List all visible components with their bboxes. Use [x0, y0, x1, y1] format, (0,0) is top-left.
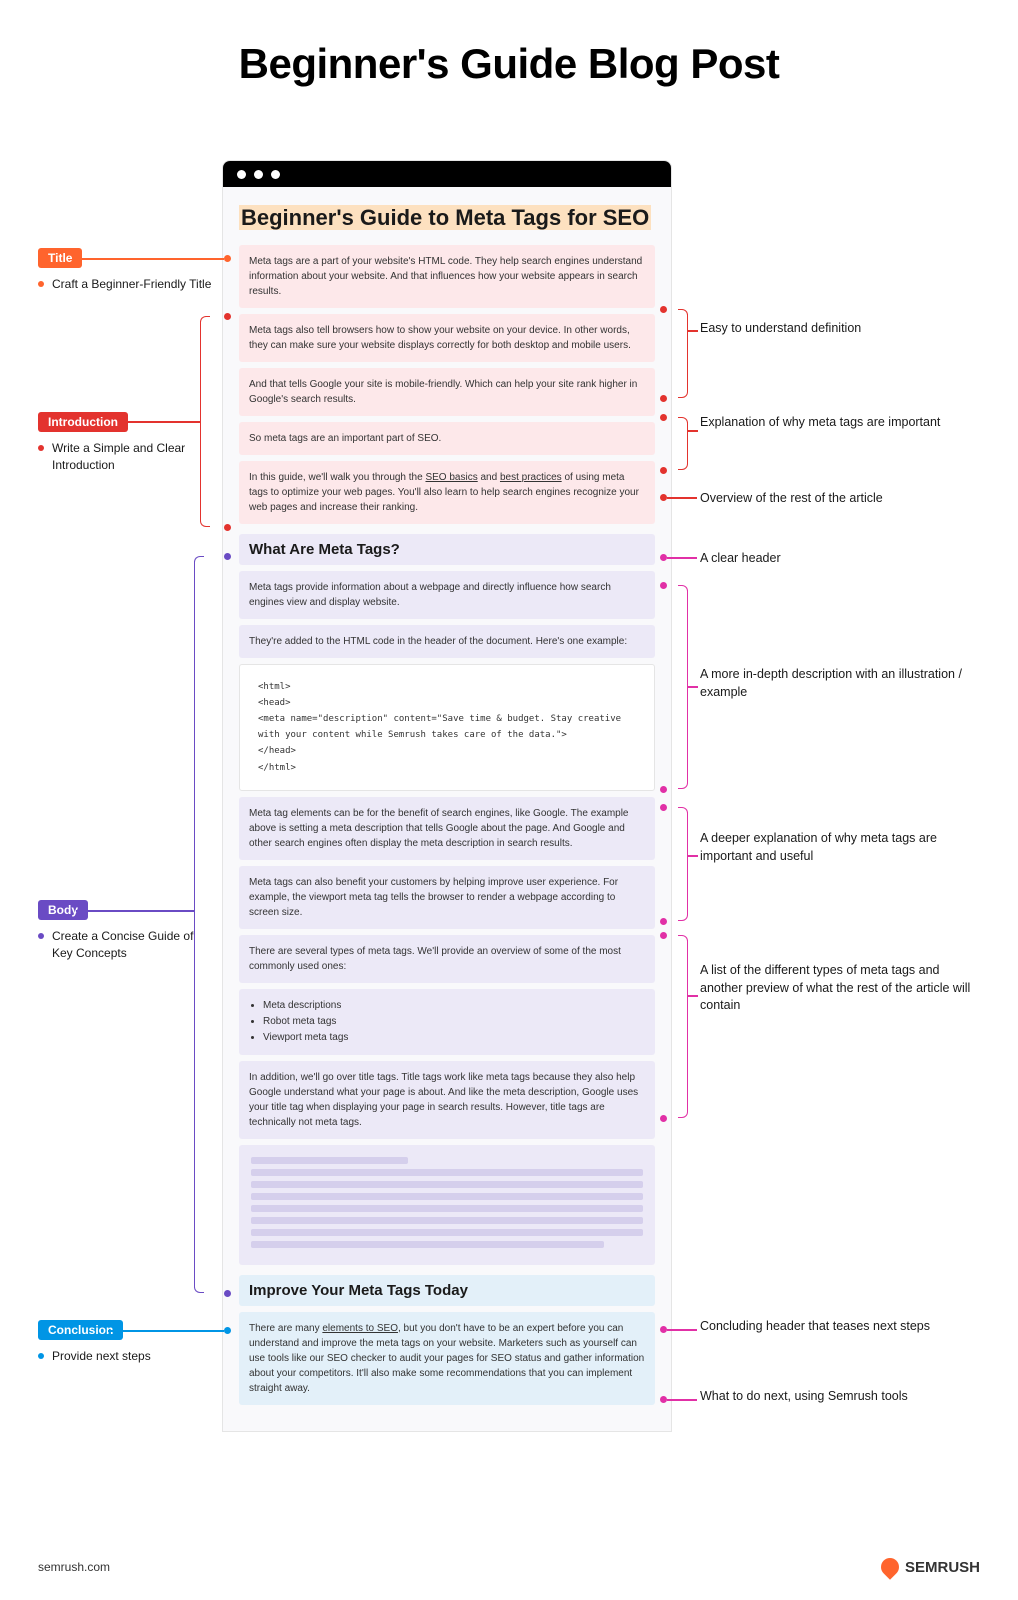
annotation-explanation: Explanation of why meta tags are importa… [700, 414, 980, 432]
body-para-1: Meta tags provide information about a we… [239, 571, 655, 619]
annotation-example: A more in-depth description with an illu… [700, 666, 980, 701]
annotation-header: A clear header [700, 550, 980, 568]
list-item: Viewport meta tags [263, 1030, 643, 1046]
conclusion-para: There are many elements to SEO, but you … [239, 1312, 655, 1405]
annotation-conc-header: Concluding header that teases next steps [700, 1318, 980, 1336]
body-para-3: Meta tag elements can be for the benefit… [239, 797, 655, 860]
footer-logo: SEMRUSH [881, 1558, 980, 1576]
body-list: Meta descriptions Robot meta tags Viewpo… [239, 989, 655, 1055]
intro-tag: Introduction [38, 412, 128, 432]
page-title: Beginner's Guide Blog Post [0, 0, 1018, 118]
annotation-list: A list of the different types of meta ta… [700, 962, 980, 1015]
flame-icon [877, 1554, 902, 1579]
intro-para-4: So meta tags are an important part of SE… [239, 422, 655, 455]
conclusion-header: Improve Your Meta Tags Today [239, 1275, 655, 1306]
left-conc-section: Conclusion Provide next steps [38, 1320, 213, 1365]
body-bullet: Create a Concise Guide of Key Concepts [38, 928, 213, 962]
body-header: What Are Meta Tags? [239, 534, 655, 565]
browser-header [223, 161, 671, 187]
body-para-6: In addition, we'll go over title tags. T… [239, 1061, 655, 1139]
conc-bullet: Provide next steps [38, 1348, 213, 1365]
body-para-2: They're added to the HTML code in the he… [239, 625, 655, 658]
intro-bullet: Write a Simple and Clear Introduction [38, 440, 213, 474]
footer: semrush.com SEMRUSH [38, 1558, 980, 1576]
intro-para-5: In this guide, we'll walk you through th… [239, 461, 655, 524]
annotation-overview: Overview of the rest of the article [700, 490, 980, 508]
body-para-4: Meta tags can also benefit your customer… [239, 866, 655, 929]
blog-title: Beginner's Guide to Meta Tags for SEO [239, 203, 655, 233]
annotation-definition: Easy to understand definition [700, 320, 980, 338]
annotation-deeper: A deeper explanation of why meta tags ar… [700, 830, 980, 865]
annotation-next: What to do next, using Semrush tools [700, 1388, 980, 1406]
list-item: Robot meta tags [263, 1014, 643, 1030]
body-para-5: There are several types of meta tags. We… [239, 935, 655, 983]
title-bullet: Craft a Beginner-Friendly Title [38, 276, 213, 293]
left-title-section: Title Craft a Beginner-Friendly Title [38, 248, 213, 293]
intro-para-3: And that tells Google your site is mobil… [239, 368, 655, 416]
placeholder-block [239, 1145, 655, 1265]
list-item: Meta descriptions [263, 998, 643, 1014]
browser-mockup: Beginner's Guide to Meta Tags for SEO Me… [222, 160, 672, 1432]
intro-para-2: Meta tags also tell browsers how to show… [239, 314, 655, 362]
footer-url: semrush.com [38, 1560, 110, 1574]
code-example: <html> <head> <meta name="description" c… [239, 664, 655, 791]
intro-para-1: Meta tags are a part of your website's H… [239, 245, 655, 308]
